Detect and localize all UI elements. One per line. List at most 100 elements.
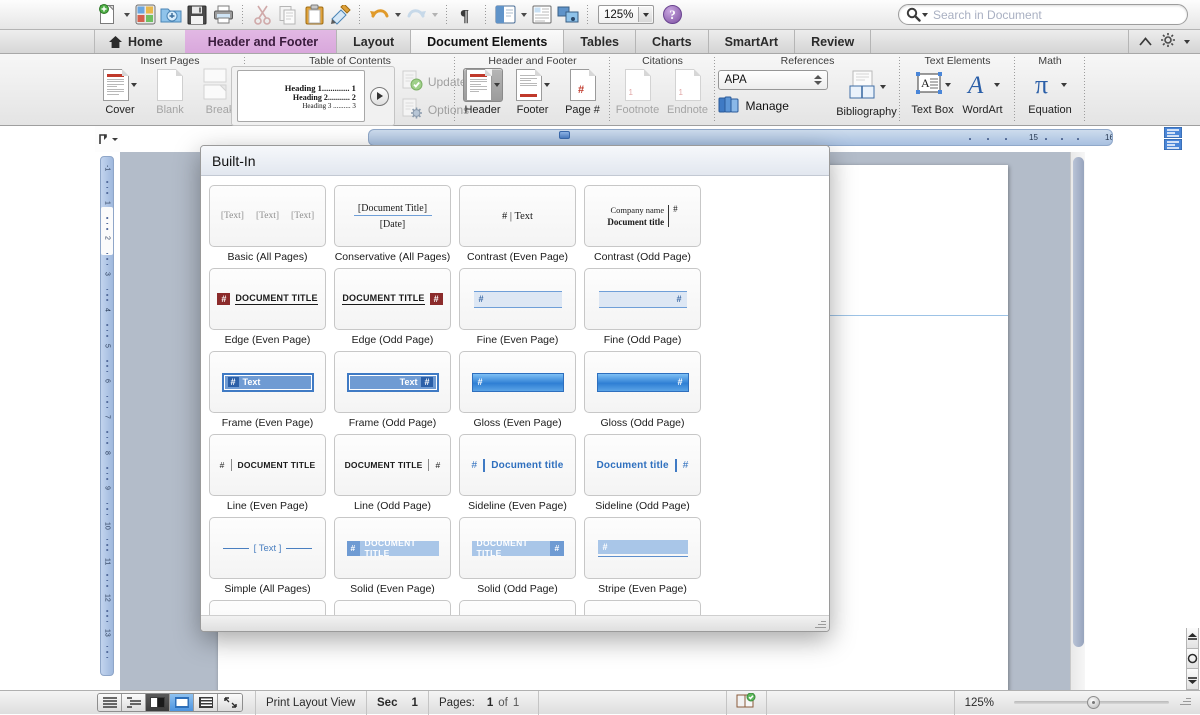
spelling-status-button[interactable] [727, 691, 767, 715]
header-gallery-popup[interactable]: Built-In [Text][Text][Text]Basic (All Pa… [200, 145, 830, 632]
gallery-item-thumbnail[interactable]: [Text][Text][Text] [209, 185, 326, 247]
zoom-slider-knob[interactable] [1087, 696, 1100, 709]
vertical-scrollbar[interactable] [1070, 152, 1085, 690]
gallery-item-thumbnail[interactable]: #DOCUMENT TITLE [209, 434, 326, 496]
window-resize-grip-icon[interactable] [1180, 695, 1191, 706]
open-folder-icon[interactable] [158, 2, 184, 28]
gallery-item-thumbnail[interactable]: Text# [334, 351, 451, 413]
header-caret-icon[interactable] [494, 83, 500, 87]
show-paragraph-icon[interactable]: ¶ [453, 2, 479, 28]
equation-button[interactable]: π Equation [1025, 68, 1075, 116]
gallery-item-thumbnail[interactable]: #DOCUMENT TITLE [209, 268, 326, 330]
gallery-item-thumbnail[interactable]: # [584, 517, 701, 579]
undo-icon[interactable] [366, 2, 392, 28]
gallery-item-thumbnail[interactable]: [Document Title][Date] [334, 185, 451, 247]
print-icon[interactable] [210, 2, 236, 28]
gallery-item-thumbnail[interactable]: # [459, 268, 576, 330]
gallery-item[interactable]: #Gloss (Odd Page) [580, 347, 705, 430]
toc-preview[interactable]: Heading 1............. 1 Heading 2......… [237, 70, 365, 122]
gallery-item-thumbnail[interactable]: #DOCUMENT TITLE [334, 517, 451, 579]
search-box[interactable] [898, 4, 1188, 25]
gallery-item[interactable]: #Document titleSideline (Even Page) [455, 430, 580, 513]
undo-caret-icon[interactable] [392, 2, 403, 28]
tab-smartart[interactable]: SmartArt [709, 30, 796, 53]
gallery-item-thumbnail[interactable]: # [459, 351, 576, 413]
zoom-combo[interactable]: 125% [598, 5, 654, 24]
resize-grip-icon[interactable] [815, 618, 826, 629]
toc-gallery-more-icon[interactable] [370, 87, 389, 106]
gallery-item[interactable]: [Document Title][Date]Conservative (All … [330, 181, 455, 264]
copy-icon[interactable] [275, 2, 301, 28]
citation-style-stepper-icon[interactable] [812, 72, 824, 88]
new-document-icon[interactable] [95, 2, 121, 28]
print-layout-view-icon[interactable] [170, 694, 194, 711]
cover-caret-icon[interactable] [131, 83, 137, 87]
new-document-caret-icon[interactable] [121, 2, 132, 28]
footer-caret-icon[interactable] [544, 83, 550, 87]
gallery-item[interactable]: [ Text ]Simple (All Pages) [205, 513, 330, 596]
tab-tables[interactable]: Tables [564, 30, 636, 53]
horizontal-ruler[interactable]: 15161718 [368, 129, 1113, 146]
manage-citations-button[interactable]: Manage [718, 95, 828, 117]
text-box-caret-icon[interactable] [945, 83, 951, 87]
tab-document-elements[interactable]: Document Elements [411, 30, 564, 53]
gallery-item-thumbnail[interactable]: # [584, 351, 701, 413]
gear-caret-icon[interactable] [1184, 40, 1190, 44]
sidebar-icon[interactable] [492, 2, 518, 28]
vertical-ruler[interactable]: -112345678910111213 [100, 156, 114, 676]
gallery-item[interactable]: # | TextContrast (Even Page) [455, 181, 580, 264]
cut-icon[interactable] [249, 2, 275, 28]
gallery-item-thumbnail[interactable]: Company nameDocument title# [584, 185, 701, 247]
gallery-item[interactable]: DOCUMENT TITLE#Solid (Odd Page) [455, 513, 580, 596]
gallery-item-thumbnail[interactable]: # | Text [459, 185, 576, 247]
tab-charts[interactable]: Charts [636, 30, 709, 53]
redo-icon[interactable] [403, 2, 429, 28]
draft-view-icon[interactable] [98, 694, 122, 711]
blank-button[interactable]: Blank [145, 68, 195, 116]
zoom-dropdown-icon[interactable] [638, 7, 652, 22]
gallery-item[interactable]: #DOCUMENT TITLEEdge (Even Page) [205, 264, 330, 347]
format-painter-icon[interactable] [327, 2, 353, 28]
gallery-item[interactable]: #DOCUMENT TITLELine (Even Page) [205, 430, 330, 513]
help-icon[interactable]: ? [663, 5, 682, 24]
gallery-item-thumbnail[interactable]: Document title# [584, 434, 701, 496]
gallery-item[interactable]: Document title#Sideline (Odd Page) [580, 430, 705, 513]
gallery-item-thumbnail[interactable]: #Document title [459, 434, 576, 496]
equation-caret-icon[interactable] [1061, 83, 1067, 87]
text-box-button[interactable]: A Text Box [908, 68, 958, 116]
next-page-button[interactable] [1186, 669, 1199, 690]
tab-home[interactable]: Home [95, 30, 186, 53]
bibliography-caret-icon[interactable] [880, 85, 886, 89]
gallery-item[interactable]: [Text][Text][Text]Basic (All Pages) [205, 181, 330, 264]
gallery-item[interactable]: #Stripe (Even Page) [580, 513, 705, 596]
previous-page-button[interactable] [1186, 628, 1199, 649]
gallery-item-thumbnail[interactable]: #Text [209, 351, 326, 413]
gallery-item-thumbnail[interactable]: [ Text ] [209, 517, 326, 579]
endnote-button[interactable]: 1 Endnote [663, 68, 713, 116]
footer-button[interactable]: Footer [508, 68, 558, 116]
gallery-item[interactable]: #Fine (Odd Page) [580, 264, 705, 347]
vertical-scrollbar-thumb[interactable] [1073, 157, 1084, 647]
redo-caret-icon[interactable] [429, 2, 440, 28]
gallery-item[interactable]: #DOCUMENT TITLESolid (Even Page) [330, 513, 455, 596]
tab-layout[interactable]: Layout [337, 30, 411, 53]
cover-button[interactable]: Cover [95, 68, 145, 116]
tab-review[interactable]: Review [795, 30, 871, 53]
header-button[interactable]: Header [458, 68, 508, 116]
gallery-item-thumbnail[interactable]: DOCUMENT TITLE# [334, 268, 451, 330]
footnote-button[interactable]: 1 Footnote [613, 68, 663, 116]
gallery-item[interactable]: DOCUMENT TITLE#Line (Odd Page) [330, 430, 455, 513]
gear-icon[interactable] [1161, 33, 1175, 50]
browse-object-buttons[interactable] [1162, 126, 1184, 150]
wordart-caret-icon[interactable] [994, 83, 1000, 87]
gallery-item[interactable]: #Fine (Even Page) [455, 264, 580, 347]
zoom-slider[interactable] [1004, 691, 1179, 715]
wordart-button[interactable]: A WordArt [958, 68, 1008, 116]
notebook-icon[interactable] [529, 2, 555, 28]
focus-view-icon[interactable] [218, 694, 242, 711]
gallery-item-thumbnail[interactable]: # [584, 268, 701, 330]
bibliography-button[interactable]: Bibliography [836, 70, 898, 118]
gallery-item-thumbnail[interactable]: DOCUMENT TITLE# [459, 517, 576, 579]
gallery-item[interactable]: DOCUMENT TITLE#Edge (Odd Page) [330, 264, 455, 347]
tab-header-and-footer[interactable]: Header and Footer [186, 30, 337, 53]
